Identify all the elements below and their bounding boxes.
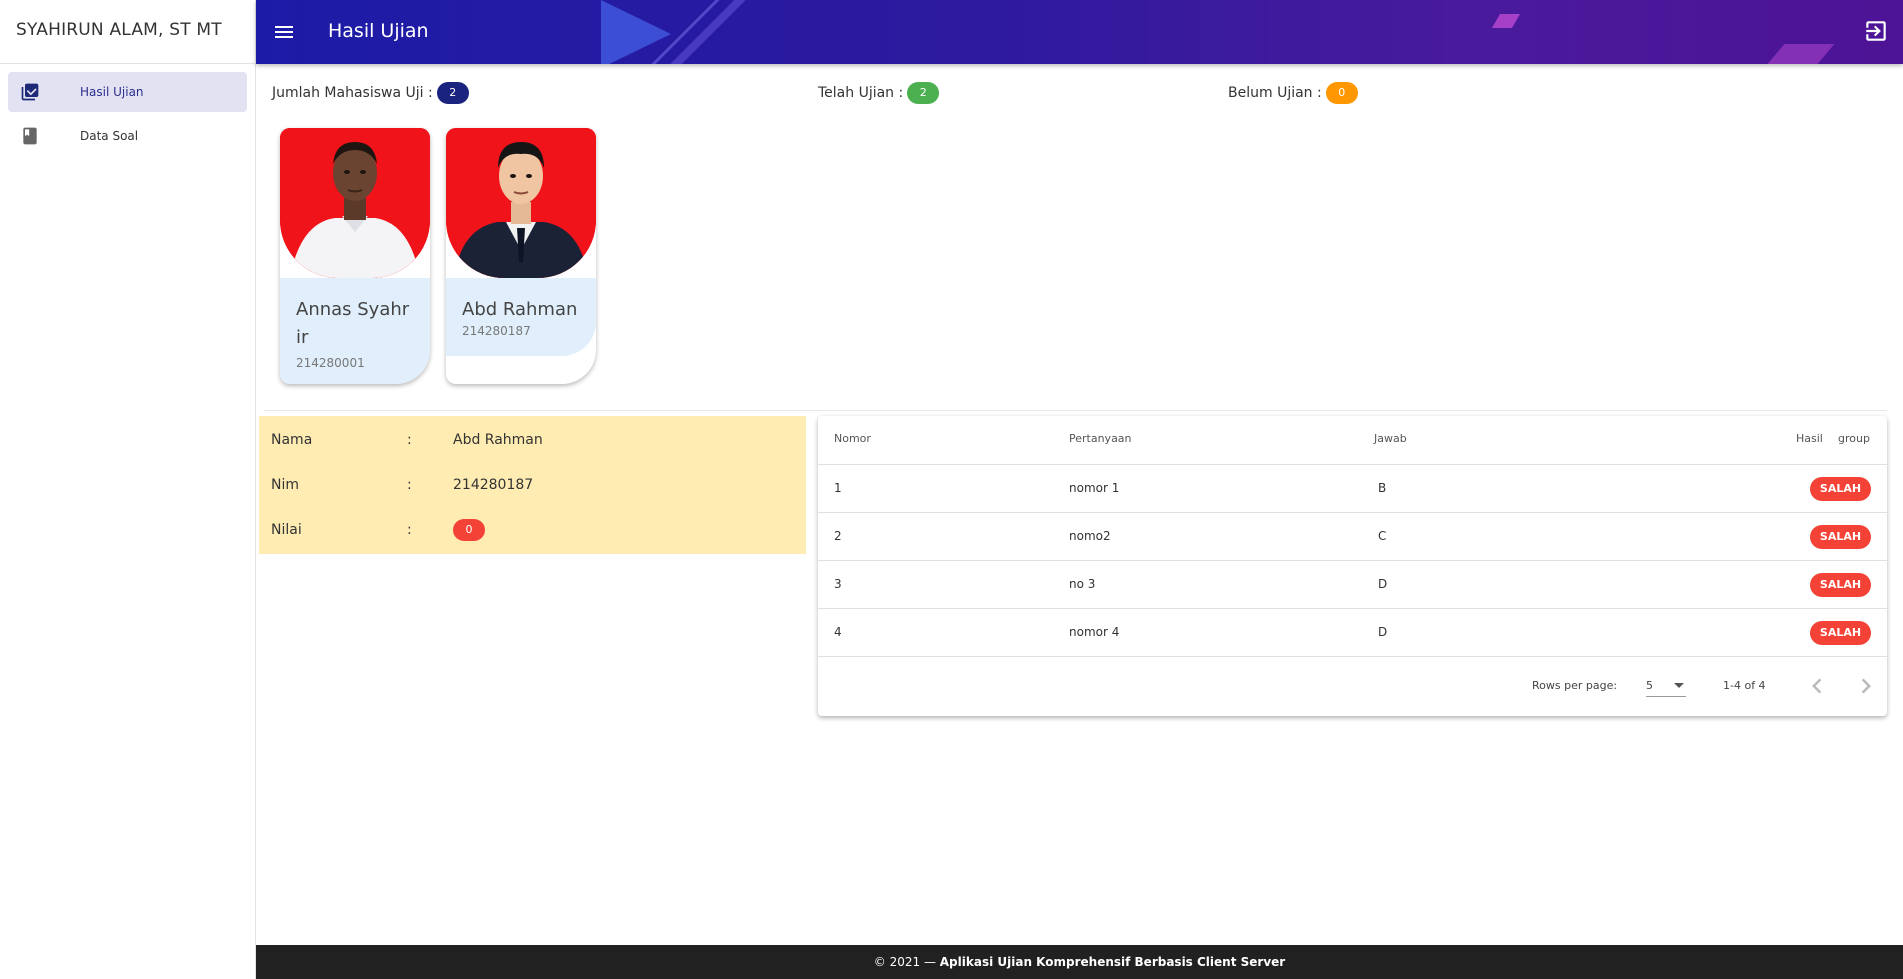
student-nim: 214280187	[462, 324, 531, 338]
student-card[interactable]: Annas Syahrir 214280001	[280, 128, 430, 384]
cell-pertanyaan: no 3	[1069, 577, 1096, 591]
detail-row-name: Nama : Abd Rahman	[271, 430, 543, 450]
sidebar-item-hasil-ujian[interactable]: Hasil Ujian	[8, 72, 247, 112]
student-card-body: Annas Syahrir 214280001	[280, 278, 430, 384]
table-row[interactable]: 3 no 3 D SALAH	[818, 560, 1887, 608]
student-cards: Annas Syahrir 214280001 Abd Rahman 21428…	[280, 128, 596, 384]
table-row[interactable]: 1 nomor 1 B SALAH	[818, 464, 1887, 512]
detail-row-score: Nilai : 0	[271, 519, 485, 541]
stat-pending: Belum Ujian : 0	[1228, 82, 1358, 104]
footer-copyright: © 2021 —	[873, 955, 940, 969]
cell-nomor: 1	[834, 481, 842, 495]
cell-jawab: D	[1378, 577, 1388, 591]
detail-separator: :	[407, 432, 412, 448]
checklist-icon	[18, 80, 42, 104]
score-badge: 0	[453, 519, 485, 541]
student-card[interactable]: Abd Rahman 214280187	[446, 128, 596, 384]
cell-jawab: D	[1378, 625, 1388, 639]
result-chip: SALAH	[1810, 573, 1871, 597]
table-pagination: Rows per page: 5 1-4 of 4	[818, 656, 1887, 716]
column-header-nomor[interactable]: Nomor	[834, 432, 871, 445]
detail-separator: :	[407, 477, 412, 493]
app-bar: Hasil Ujian	[256, 0, 1903, 64]
detail-separator: :	[407, 522, 412, 538]
detail-row-nim: Nim : 214280187	[271, 475, 533, 495]
sidebar-item-data-soal[interactable]: Data Soal	[8, 116, 247, 156]
stat-pending-badge: 0	[1325, 82, 1358, 104]
detail-name-label: Nama	[271, 432, 313, 448]
stat-done-label: Telah Ujian :	[818, 85, 904, 101]
result-chip: SALAH	[1810, 477, 1871, 501]
header-decoration	[1767, 44, 1835, 64]
footer-app-name: Aplikasi Ujian Komprehensif Berbasis Cli…	[939, 955, 1286, 969]
cell-pertanyaan: nomo2	[1069, 529, 1111, 543]
detail-score-label: Nilai	[271, 522, 302, 538]
stat-total-badge: 2	[436, 82, 469, 104]
chevron-down-icon	[1674, 683, 1684, 688]
header-decoration	[1491, 14, 1521, 28]
logout-icon[interactable]	[1863, 18, 1891, 46]
chevron-left-icon	[1812, 678, 1822, 694]
student-nim: 214280001	[296, 356, 365, 370]
chevron-right-icon	[1861, 678, 1871, 694]
sidebar: SYAHIRUN ALAM, ST MT Hasil Ujian Data So…	[0, 0, 256, 979]
rows-per-page-select[interactable]: 5	[1646, 675, 1686, 697]
column-header-hasil[interactable]: Hasil	[1796, 432, 1823, 445]
page-title: Hasil Ujian	[328, 20, 429, 42]
sidebar-user-name: SYAHIRUN ALAM, ST MT	[0, 0, 255, 64]
detail-nim-label: Nim	[271, 477, 299, 493]
result-chip: SALAH	[1810, 621, 1871, 645]
app-footer: © 2021 — Aplikasi Ujian Komprehensif Ber…	[256, 945, 1903, 979]
stat-done: Telah Ujian : 2	[818, 82, 940, 104]
cell-pertanyaan: nomor 1	[1069, 481, 1120, 495]
column-header-group[interactable]: group	[1838, 432, 1870, 445]
table-row[interactable]: 2 nomo2 C SALAH	[818, 512, 1887, 560]
rows-per-page-value: 5	[1646, 679, 1653, 692]
column-header-pertanyaan[interactable]: Pertanyaan	[1069, 432, 1132, 445]
section-divider	[264, 410, 1887, 411]
sidebar-item-label: Hasil Ujian	[80, 85, 144, 99]
stat-total-label: Jumlah Mahasiswa Uji :	[272, 85, 433, 101]
stat-pending-label: Belum Ujian :	[1228, 85, 1322, 101]
cell-nomor: 2	[834, 529, 842, 543]
cell-nomor: 4	[834, 625, 842, 639]
table-row[interactable]: 4 nomor 4 D SALAH	[818, 608, 1887, 656]
cell-nomor: 3	[834, 577, 842, 591]
next-page-button[interactable]	[1851, 671, 1881, 701]
student-name: Annas Syahrir	[296, 299, 410, 348]
cell-pertanyaan: nomor 4	[1069, 625, 1120, 639]
column-header-jawab[interactable]: Jawab	[1374, 432, 1407, 445]
student-photo	[280, 128, 430, 278]
cell-jawab: C	[1378, 529, 1387, 543]
exam-stats: Jumlah Mahasiswa Uji : 2 Telah Ujian : 2…	[272, 82, 1882, 104]
student-detail-panel: Nama : Abd Rahman Nim : 214280187 Nilai …	[259, 416, 806, 554]
pagination-range: 1-4 of 4	[1723, 679, 1766, 692]
answers-table: Nomor Pertanyaan Jawab Hasil group 1 nom…	[818, 416, 1887, 716]
student-photo	[446, 128, 596, 278]
student-name: Abd Rahman	[462, 299, 578, 320]
prev-page-button[interactable]	[1802, 671, 1832, 701]
stat-done-badge: 2	[907, 82, 940, 104]
rows-per-page-label: Rows per page:	[1532, 679, 1618, 692]
result-chip: SALAH	[1810, 525, 1871, 549]
detail-nim-value: 214280187	[453, 477, 534, 493]
book-icon	[18, 124, 42, 148]
cell-jawab: B	[1378, 481, 1387, 495]
student-card-body: Abd Rahman 214280187	[446, 278, 596, 356]
sidebar-item-label: Data Soal	[80, 129, 139, 143]
detail-name-value: Abd Rahman	[453, 432, 543, 448]
stat-total: Jumlah Mahasiswa Uji : 2	[272, 82, 469, 104]
menu-icon[interactable]	[272, 20, 296, 44]
